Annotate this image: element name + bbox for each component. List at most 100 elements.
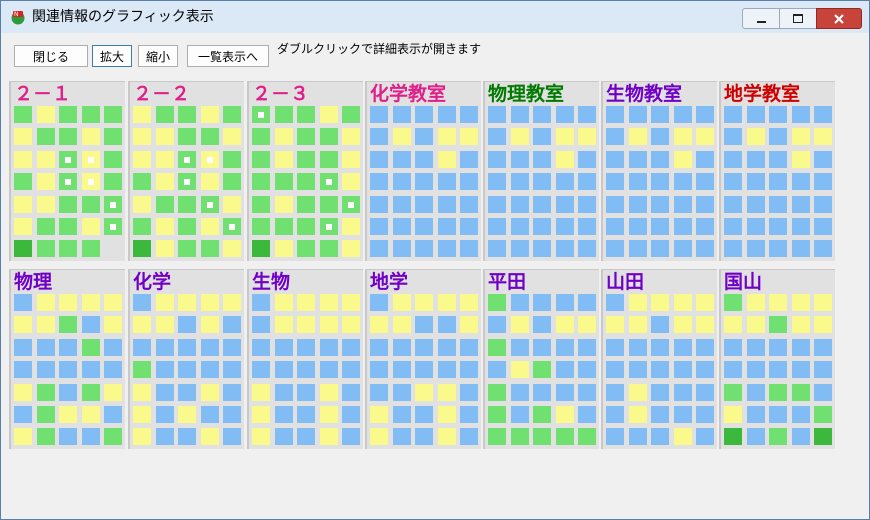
panel-1-1[interactable]: 化学 <box>128 269 244 449</box>
seat-cell[interactable] <box>392 150 411 168</box>
seat-cell[interactable] <box>460 316 478 334</box>
seat-cell[interactable] <box>178 195 196 213</box>
seat-cell[interactable] <box>510 195 529 213</box>
seat-cell[interactable] <box>578 383 596 401</box>
seat-cell[interactable] <box>297 383 315 401</box>
seat-cell[interactable] <box>437 294 456 311</box>
seat-cell[interactable] <box>488 173 506 191</box>
seat-cell[interactable] <box>36 338 55 356</box>
seat-cell[interactable] <box>555 128 574 146</box>
seat-cell[interactable] <box>746 173 765 191</box>
seat-cell[interactable] <box>319 406 338 423</box>
seat-cell[interactable] <box>370 294 388 311</box>
seat-cell[interactable] <box>724 128 742 146</box>
seat-cell[interactable] <box>252 195 270 213</box>
seat-cell[interactable] <box>319 428 338 446</box>
seat-cell[interactable] <box>14 195 32 213</box>
seat-cell[interactable] <box>36 173 55 191</box>
seat-cell[interactable] <box>370 173 388 191</box>
seat-cell[interactable] <box>555 195 574 213</box>
seat-cell[interactable] <box>628 294 647 311</box>
seat-cell[interactable] <box>555 106 574 123</box>
panel-0-0[interactable]: ２－１ <box>9 81 125 261</box>
seat-cell[interactable] <box>36 428 55 446</box>
seat-cell[interactable] <box>651 361 669 379</box>
seat-cell[interactable] <box>510 428 529 446</box>
seat-cell[interactable] <box>814 150 832 168</box>
seat-cell[interactable] <box>769 240 787 258</box>
seat-cell[interactable] <box>252 218 270 235</box>
seat-cell[interactable] <box>696 195 714 213</box>
seat-cell[interactable] <box>178 428 196 446</box>
seat-cell[interactable] <box>200 195 219 213</box>
seat-cell[interactable] <box>223 195 241 213</box>
seat-cell[interactable] <box>628 150 647 168</box>
seat-cell[interactable] <box>578 128 596 146</box>
seat-cell[interactable] <box>814 294 832 311</box>
seat-cell[interactable] <box>437 383 456 401</box>
seat-cell[interactable] <box>252 106 270 123</box>
seat-cell[interactable] <box>673 338 692 356</box>
seat-cell[interactable] <box>59 173 77 191</box>
seat-cell[interactable] <box>297 428 315 446</box>
seat-cell[interactable] <box>252 173 270 191</box>
seat-cell[interactable] <box>533 218 551 235</box>
seat-cell[interactable] <box>36 218 55 235</box>
seat-cell[interactable] <box>178 173 196 191</box>
seat-cell[interactable] <box>814 218 832 235</box>
seat-cell[interactable] <box>223 406 241 423</box>
seat-cell[interactable] <box>673 173 692 191</box>
seat-cell[interactable] <box>628 218 647 235</box>
seat-cell[interactable] <box>36 361 55 379</box>
seat-cell[interactable] <box>460 128 478 146</box>
seat-cell[interactable] <box>274 218 293 235</box>
seat-cell[interactable] <box>696 383 714 401</box>
seat-cell[interactable] <box>59 150 77 168</box>
seat-cell[interactable] <box>769 361 787 379</box>
seat-cell[interactable] <box>606 150 624 168</box>
seat-cell[interactable] <box>488 316 506 334</box>
seat-cell[interactable] <box>437 338 456 356</box>
panel-1-4[interactable]: 平田 <box>483 269 599 449</box>
seat-cell[interactable] <box>133 173 151 191</box>
seat-cell[interactable] <box>769 173 787 191</box>
seat-cell[interactable] <box>133 361 151 379</box>
seat-cell[interactable] <box>651 294 669 311</box>
seat-cell[interactable] <box>814 195 832 213</box>
seat-cell[interactable] <box>155 240 174 258</box>
seat-cell[interactable] <box>392 316 411 334</box>
seat-cell[interactable] <box>724 106 742 123</box>
seat-cell[interactable] <box>415 128 433 146</box>
seat-cell[interactable] <box>14 406 32 423</box>
seat-cell[interactable] <box>746 406 765 423</box>
seat-cell[interactable] <box>791 428 810 446</box>
seat-cell[interactable] <box>133 150 151 168</box>
seat-cell[interactable] <box>673 383 692 401</box>
seat-cell[interactable] <box>769 383 787 401</box>
seat-cell[interactable] <box>178 128 196 146</box>
seat-cell[interactable] <box>342 338 360 356</box>
seat-cell[interactable] <box>415 150 433 168</box>
seat-cell[interactable] <box>200 428 219 446</box>
seat-cell[interactable] <box>342 173 360 191</box>
seat-cell[interactable] <box>104 361 122 379</box>
seat-cell[interactable] <box>14 218 32 235</box>
seat-cell[interactable] <box>651 128 669 146</box>
seat-cell[interactable] <box>460 294 478 311</box>
seat-cell[interactable] <box>36 316 55 334</box>
seat-cell[interactable] <box>724 173 742 191</box>
seat-cell[interactable] <box>200 218 219 235</box>
seat-cell[interactable] <box>724 316 742 334</box>
seat-cell[interactable] <box>510 128 529 146</box>
close-window-button[interactable] <box>816 8 862 29</box>
seat-cell[interactable] <box>437 195 456 213</box>
seat-cell[interactable] <box>510 383 529 401</box>
panel-0-1[interactable]: ２－２ <box>128 81 244 261</box>
seat-cell[interactable] <box>673 195 692 213</box>
zoom-out-button[interactable]: 縮小 <box>138 45 178 67</box>
seat-cell[interactable] <box>488 361 506 379</box>
seat-cell[interactable] <box>746 150 765 168</box>
seat-cell[interactable] <box>696 428 714 446</box>
seat-cell[interactable] <box>59 338 77 356</box>
seat-cell[interactable] <box>81 428 100 446</box>
